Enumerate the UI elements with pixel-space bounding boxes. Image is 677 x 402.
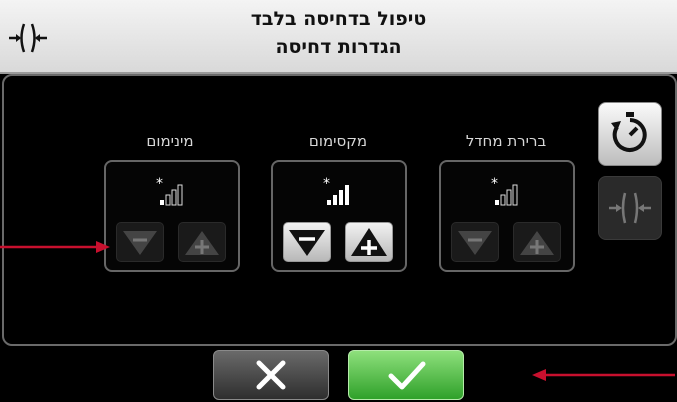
maximum-label: מקסימום — [308, 132, 368, 150]
maximum-setting-group: * — [271, 160, 407, 272]
minimum-decrease-button[interactable] — [116, 222, 164, 262]
annotation-arrow-right — [532, 369, 675, 381]
maximum-increase-button[interactable] — [345, 222, 393, 262]
maximum-decrease-button[interactable] — [283, 222, 331, 262]
default-setting-group: * — [439, 160, 575, 272]
cancel-button[interactable] — [213, 350, 329, 400]
svg-text:*: * — [491, 176, 498, 192]
timer-reset-button[interactable] — [598, 102, 662, 166]
compression-mode-button[interactable] — [598, 176, 662, 240]
compression-icon — [609, 192, 651, 224]
signal-strength-icon: * — [319, 174, 359, 208]
minimum-increase-button[interactable] — [178, 222, 226, 262]
minimum-label: מינימום — [146, 132, 194, 150]
compression-icon — [8, 20, 48, 56]
checkmark-icon — [388, 361, 426, 390]
signal-strength-icon: * — [152, 174, 192, 208]
default-decrease-button[interactable] — [451, 222, 499, 262]
signal-strength-icon: * — [487, 174, 527, 208]
svg-text:*: * — [156, 176, 163, 192]
annotation-arrow-left — [0, 241, 110, 253]
minimum-setting-group: * — [104, 160, 240, 272]
timer-reset-icon — [611, 112, 647, 152]
header-bar: טיפול בדחיסה בלבד הגדרות דחיסה — [0, 0, 677, 74]
default-increase-button[interactable] — [513, 222, 561, 262]
page-title: טיפול בדחיסה בלבד — [250, 8, 427, 30]
svg-text:*: * — [323, 176, 330, 192]
x-icon — [256, 360, 286, 390]
confirm-button[interactable] — [348, 350, 464, 400]
default-label: ברירת מחדל — [465, 132, 547, 150]
page-subtitle: הגדרות דחיסה — [275, 36, 402, 58]
